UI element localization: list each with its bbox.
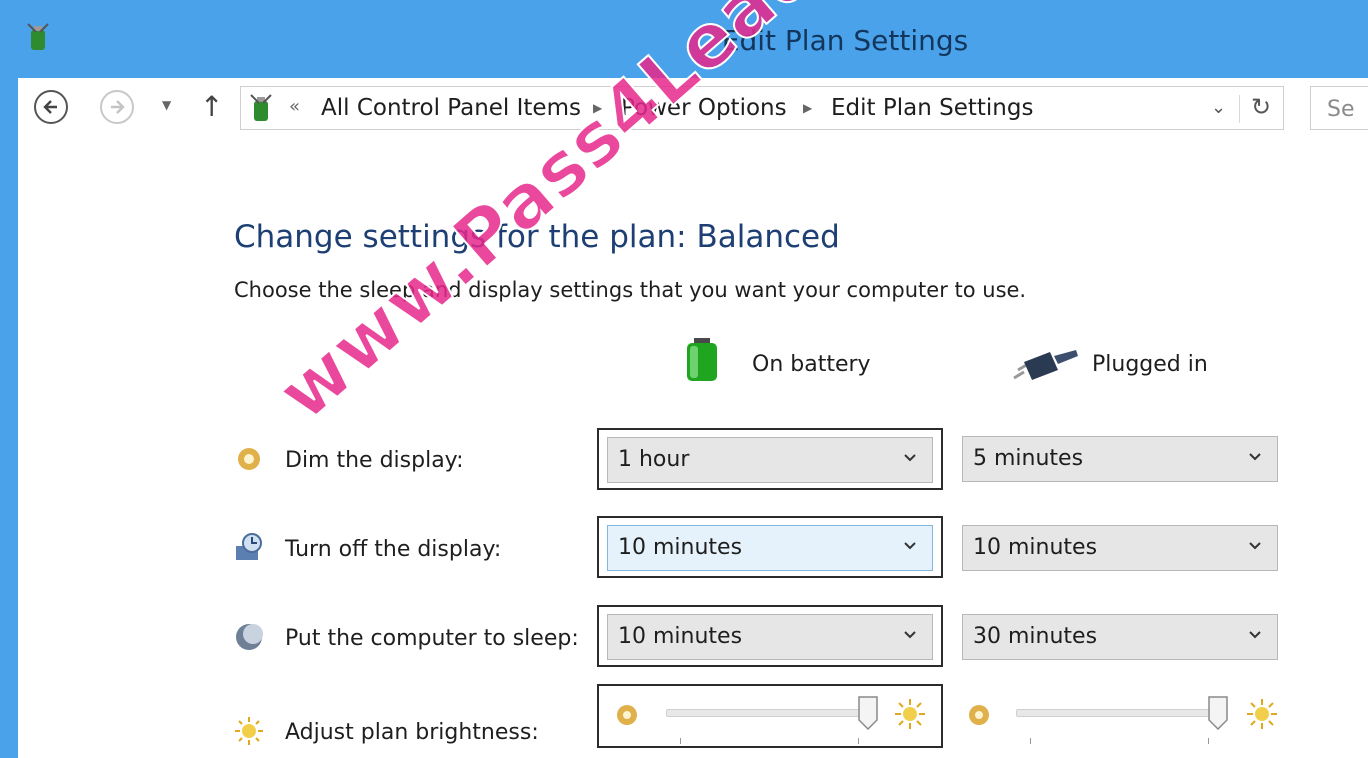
chevron-down-icon [1249,542,1261,550]
page-subtitle: Choose the sleep and display settings th… [234,278,1027,302]
address-bar[interactable]: « All Control Panel Items ▶ Power Option… [240,86,1284,130]
brightness-low-icon [969,705,989,725]
dim-display-battery-frame: 1 hour [597,428,943,490]
back-button[interactable] [34,90,68,124]
turn-off-display-battery-frame: 10 minutes [597,516,943,578]
slider-tick [680,738,681,744]
arrow-left-icon [43,100,57,114]
breadcrumb-separator-icon[interactable]: ▶ [593,101,602,115]
forward-button[interactable] [100,90,134,124]
breadcrumb-edit-plan-settings[interactable]: Edit Plan Settings [831,95,1033,121]
brightness-battery-slider[interactable] [666,709,874,717]
breadcrumb-separator-icon[interactable]: ▶ [803,101,812,115]
turn-off-display-icon [236,533,262,560]
column-header-on-battery: On battery [752,352,871,377]
dim-display-label: Dim the display: [285,448,464,473]
slider-tick [1030,738,1031,744]
search-input[interactable] [1325,96,1368,123]
plug-icon [1013,350,1078,380]
brightness-high-icon [1247,699,1277,729]
window-title: Edit Plan Settings [721,24,969,57]
breadcrumb-all-control-panel-items[interactable]: All Control Panel Items [321,95,581,121]
address-divider [1239,95,1240,123]
arrow-right-icon [111,100,125,114]
select-value: 10 minutes [618,535,743,560]
select-value: 10 minutes [618,624,743,649]
brightness-label: Adjust plan brightness: [285,720,539,745]
chevron-down-icon [904,631,916,639]
slider-tick [858,738,859,744]
window-frame [0,0,18,758]
battery-icon [687,338,717,381]
dim-display-plugged-select[interactable]: 5 minutes [962,436,1278,482]
recent-pages-dropdown[interactable]: ▼ [162,98,171,112]
column-header-plugged-in: Plugged in [1092,352,1208,377]
dim-display-icon [238,448,260,470]
up-button[interactable]: ↑ [200,92,223,122]
chevron-down-icon [904,454,916,462]
address-history-dropdown[interactable]: ⌄ [1211,97,1226,118]
chevron-down-icon [1249,453,1261,461]
brightness-low-icon [617,705,637,725]
breadcrumb-power-options[interactable]: Power Options [621,95,787,121]
select-value: 5 minutes [973,446,1084,471]
brightness-plugged-slider[interactable] [1016,709,1224,717]
turn-off-display-label: Turn off the display: [285,537,502,562]
sleep-plugged-select[interactable]: 30 minutes [962,614,1278,660]
sleep-icon [236,624,263,650]
select-value: 10 minutes [973,535,1098,560]
slider-tick [1208,738,1209,744]
sleep-label: Put the computer to sleep: [285,626,579,651]
brightness-icon [235,717,263,745]
refresh-button[interactable]: ↻ [1251,93,1271,121]
dim-display-battery-select[interactable]: 1 hour [607,437,933,483]
power-options-icon [250,94,272,121]
sleep-battery-select[interactable]: 10 minutes [607,614,933,660]
sleep-battery-frame: 10 minutes [597,605,943,667]
select-value: 1 hour [618,447,690,472]
turn-off-display-plugged-select[interactable]: 10 minutes [962,525,1278,571]
breadcrumb-overflow-button[interactable]: « [289,96,300,117]
brightness-plugged-slider-thumb[interactable] [1208,696,1228,730]
brightness-high-icon [895,699,925,729]
chevron-down-icon [904,542,916,550]
search-box[interactable] [1310,86,1368,130]
page-title: Change settings for the plan: Balanced [234,219,840,255]
chevron-down-icon [1249,631,1261,639]
brightness-battery-slider-thumb[interactable] [858,696,878,730]
select-value: 30 minutes [973,624,1098,649]
turn-off-display-battery-select[interactable]: 10 minutes [607,525,933,571]
